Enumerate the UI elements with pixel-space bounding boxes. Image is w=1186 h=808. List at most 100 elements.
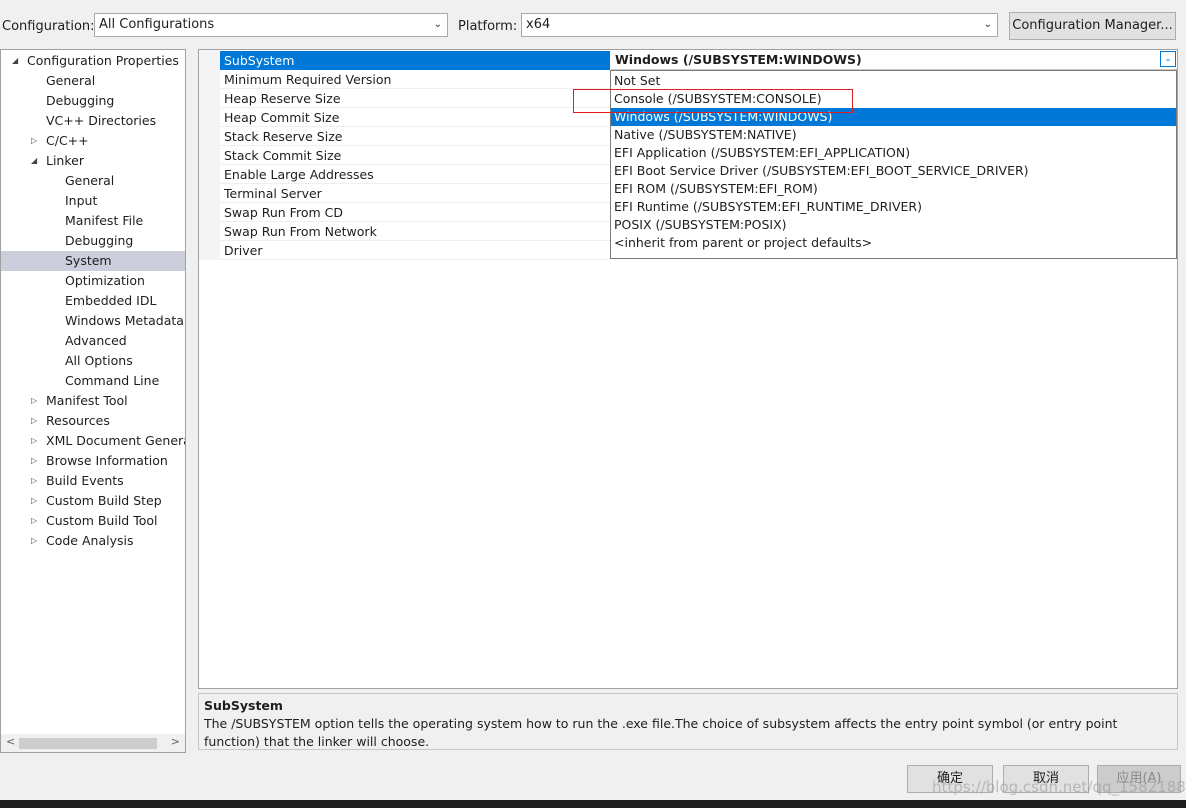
tree-item[interactable]: Debugging xyxy=(1,91,185,111)
tree-item[interactable]: Advanced xyxy=(1,331,185,351)
tree-item-label: System xyxy=(65,253,112,268)
taskbar xyxy=(0,800,1186,808)
tree-item-label: Custom Build Tool xyxy=(46,513,158,528)
collapsed-triangle-icon[interactable]: ▷ xyxy=(31,391,37,411)
collapsed-triangle-icon[interactable]: ▷ xyxy=(31,431,37,451)
expanded-triangle-icon[interactable]: ◢ xyxy=(12,51,18,71)
tree-item[interactable]: VC++ Directories xyxy=(1,111,185,131)
annotation-red-box xyxy=(573,89,853,113)
tree-item[interactable]: General xyxy=(1,71,185,91)
tree-item[interactable]: ▷ Custom Build Tool xyxy=(1,511,185,531)
dropdown-option[interactable]: Native (/SUBSYSTEM:NATIVE) xyxy=(611,126,1176,144)
tree-item-label: Configuration Properties xyxy=(27,53,179,68)
dropdown-option[interactable]: EFI ROM (/SUBSYSTEM:EFI_ROM) xyxy=(611,180,1176,198)
tree-item-label: Advanced xyxy=(65,333,127,348)
tree-item[interactable]: System xyxy=(1,251,185,271)
chevron-down-icon[interactable]: ⌄ xyxy=(1160,51,1176,67)
property-row[interactable]: Enable Large Addresses xyxy=(220,165,610,184)
collapsed-triangle-icon[interactable]: ▷ xyxy=(31,531,37,551)
tree-item[interactable]: ▷ XML Document Generat xyxy=(1,431,185,451)
configuration-select[interactable]: All Configurations ⌄ xyxy=(94,13,448,37)
tree-item-label: Debugging xyxy=(65,233,134,248)
scrollbar-thumb[interactable] xyxy=(19,738,157,749)
tree-item-label: Manifest Tool xyxy=(46,393,128,408)
property-row[interactable]: Heap Commit Size xyxy=(220,108,610,127)
dropdown-option[interactable]: <inherit from parent or project defaults… xyxy=(611,234,1176,252)
collapsed-triangle-icon[interactable]: ▷ xyxy=(31,511,37,531)
dropdown-option[interactable]: EFI Boot Service Driver (/SUBSYSTEM:EFI_… xyxy=(611,162,1176,180)
scroll-left-icon[interactable]: < xyxy=(6,735,15,748)
tree-item-label: C/C++ xyxy=(46,133,89,148)
tree-item-label: Browse Information xyxy=(46,453,168,468)
subsystem-value-select[interactable]: Windows (/SUBSYSTEM:WINDOWS) ⌄ xyxy=(611,50,1177,70)
tree-item[interactable]: Input xyxy=(1,191,185,211)
collapsed-triangle-icon[interactable]: ▷ xyxy=(31,471,37,491)
tree-item-label: General xyxy=(65,173,115,188)
tree-item-label: Embedded IDL xyxy=(65,293,157,308)
tree-item[interactable]: ▷ C/C++ xyxy=(1,131,185,151)
tree-item[interactable]: ▷ Browse Information xyxy=(1,451,185,471)
tree-item-label: Resources xyxy=(46,413,110,428)
property-row[interactable]: Swap Run From Network xyxy=(220,222,610,241)
platform-label: Platform: xyxy=(458,19,518,34)
tree-item-label: All Options xyxy=(65,353,133,368)
subsystem-value: Windows (/SUBSYSTEM:WINDOWS) xyxy=(615,52,862,67)
collapsed-triangle-icon[interactable]: ▷ xyxy=(31,411,37,431)
collapsed-triangle-icon[interactable]: ▷ xyxy=(31,491,37,511)
tree-item[interactable]: Manifest File xyxy=(1,211,185,231)
expanded-triangle-icon[interactable]: ◢ xyxy=(31,151,37,171)
scroll-right-icon[interactable]: > xyxy=(171,735,180,748)
tree-item[interactable]: Debugging xyxy=(1,231,185,251)
tree-item[interactable]: General xyxy=(1,171,185,191)
tree-item-label: Code Analysis xyxy=(46,533,134,548)
tree-item-label: Windows Metadata xyxy=(65,313,184,328)
configuration-label: Configuration: xyxy=(2,19,95,34)
tree-item[interactable]: ▷ Build Events xyxy=(1,471,185,491)
tree-item[interactable]: Embedded IDL xyxy=(1,291,185,311)
dropdown-option[interactable]: EFI Runtime (/SUBSYSTEM:EFI_RUNTIME_DRIV… xyxy=(611,198,1176,216)
tree-item[interactable]: ▷ Custom Build Step xyxy=(1,491,185,511)
property-row[interactable]: Terminal Server xyxy=(220,184,610,203)
tree-item-label: Build Events xyxy=(46,473,124,488)
description-title: SubSystem xyxy=(204,698,283,713)
tree-item[interactable]: Command Line xyxy=(1,371,185,391)
tree-item-label: Command Line xyxy=(65,373,160,388)
property-row[interactable]: Driver xyxy=(220,241,610,260)
grid-gutter xyxy=(199,50,220,260)
property-row[interactable]: Stack Commit Size xyxy=(220,146,610,165)
tree-item-label: XML Document Generat xyxy=(46,433,185,448)
tree-horizontal-scrollbar[interactable]: < > xyxy=(1,734,185,752)
watermark: https://blog.csdn.net/qq_15821883 xyxy=(932,778,1186,796)
tree-item-label: Optimization xyxy=(65,273,145,288)
configuration-select-value: All Configurations xyxy=(99,17,215,32)
chevron-down-icon: ⌄ xyxy=(983,19,992,30)
tree-item[interactable]: ▷ Resources xyxy=(1,411,185,431)
dropdown-option[interactable]: Not Set xyxy=(611,72,1176,90)
configuration-manager-button[interactable]: Configuration Manager... xyxy=(1009,12,1176,40)
tree-item-label: Manifest File xyxy=(65,213,144,228)
platform-select[interactable]: x64 ⌄ xyxy=(521,13,998,37)
dropdown-option[interactable]: POSIX (/SUBSYSTEM:POSIX) xyxy=(611,216,1176,234)
tree-item-label: Custom Build Step xyxy=(46,493,162,508)
tree-item[interactable]: Optimization xyxy=(1,271,185,291)
property-row[interactable]: Swap Run From CD xyxy=(220,203,610,222)
description-text: The /SUBSYSTEM option tells the operatin… xyxy=(204,716,1118,749)
tree-item-label: VC++ Directories xyxy=(46,113,157,128)
tree-item[interactable]: All Options xyxy=(1,351,185,371)
property-row[interactable]: SubSystem xyxy=(220,51,610,70)
tree-item[interactable]: ◢ Configuration Properties xyxy=(1,51,185,71)
tree-item[interactable]: ▷ Code Analysis xyxy=(1,531,185,551)
property-row[interactable]: Stack Reserve Size xyxy=(220,127,610,146)
platform-select-value: x64 xyxy=(526,17,551,32)
collapsed-triangle-icon[interactable]: ▷ xyxy=(31,131,37,151)
collapsed-triangle-icon[interactable]: ▷ xyxy=(31,451,37,471)
tree-item[interactable]: ▷ Manifest Tool xyxy=(1,391,185,411)
tree-item-label: Debugging xyxy=(46,93,115,108)
property-tree[interactable]: ◢ Configuration Properties General Debuggin… xyxy=(0,49,186,753)
property-row[interactable]: Minimum Required Version xyxy=(220,70,610,89)
dropdown-option[interactable]: EFI Application (/SUBSYSTEM:EFI_APPLICAT… xyxy=(611,144,1176,162)
tree-item[interactable]: ◢ Linker xyxy=(1,151,185,171)
tree-item-label: General xyxy=(46,73,96,88)
property-row[interactable]: Heap Reserve Size xyxy=(220,89,610,108)
tree-item[interactable]: Windows Metadata xyxy=(1,311,185,331)
